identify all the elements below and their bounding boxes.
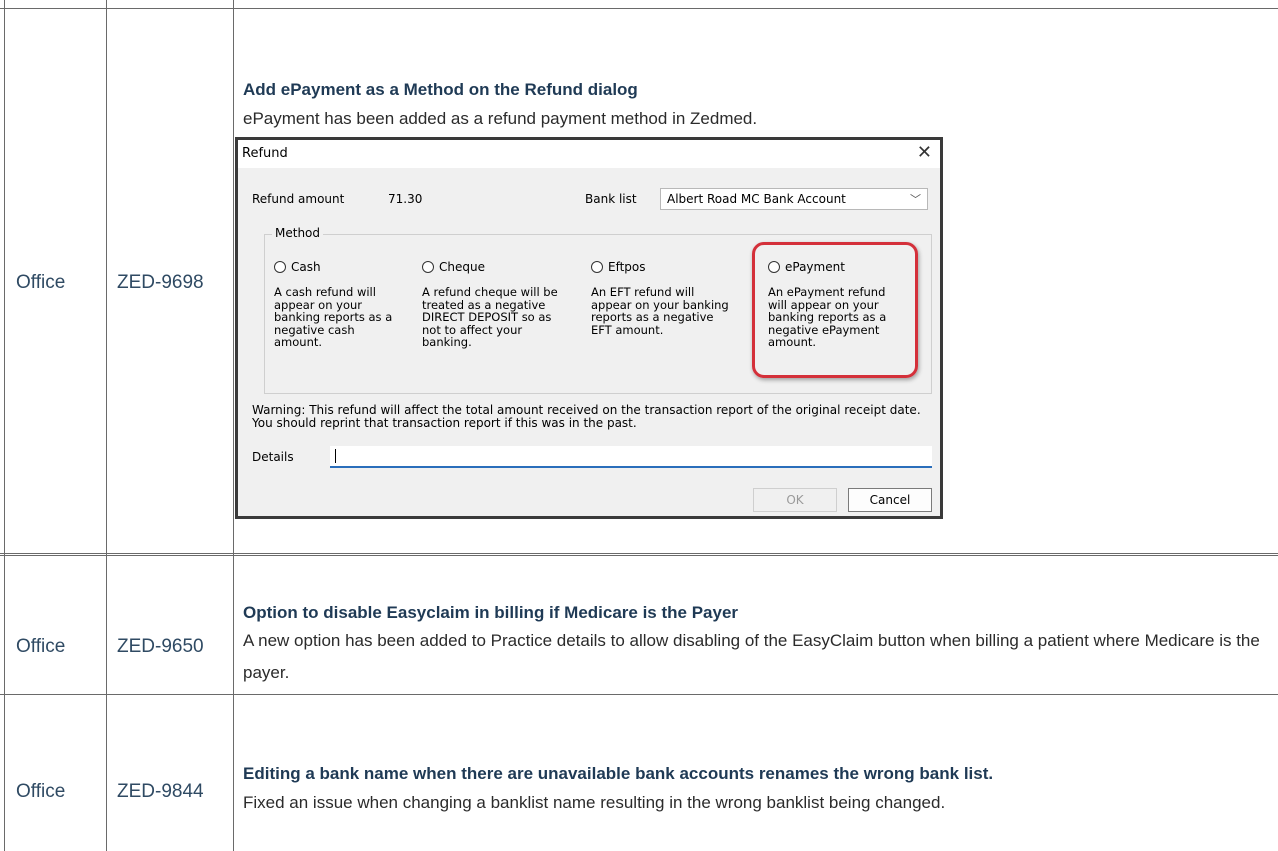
column-divider xyxy=(106,0,107,851)
row-ticket: ZED-9698 xyxy=(117,272,204,293)
cash-description: A cash refund will appear on your bankin… xyxy=(274,285,393,349)
eftpos-radio[interactable] xyxy=(591,261,603,273)
cheque-description: A refund cheque will be treated as a neg… xyxy=(422,285,558,349)
refund-amount-label: Refund amount xyxy=(252,192,345,206)
column-divider xyxy=(233,0,234,851)
row-title: Add ePayment as a Method on the Refund d… xyxy=(243,80,638,99)
table-top-border xyxy=(0,8,1278,9)
eftpos-description: An EFT refund will appear on your bankin… xyxy=(591,285,729,337)
row-category: Office xyxy=(16,272,66,293)
cheque-label: Cheque xyxy=(439,260,485,274)
dialog-title: Refund xyxy=(242,146,288,161)
row-description: ePayment has been added as a refund paym… xyxy=(243,109,758,128)
row-description: A new option has been added to Practice … xyxy=(243,631,1260,682)
method-legend: Method xyxy=(272,226,324,240)
refund-dialog-screenshot: Refund ✕ Refund amount 71.30 Bank list A… xyxy=(235,137,943,519)
epayment-highlight xyxy=(752,242,918,378)
row-description: Fixed an issue when changing a banklist … xyxy=(243,793,946,812)
row-ticket: ZED-9844 xyxy=(117,781,204,802)
cash-radio[interactable] xyxy=(274,261,286,273)
refund-warning: Warning: This refund will affect the tot… xyxy=(252,403,921,430)
text-caret xyxy=(335,449,336,463)
release-notes-table: Office ZED-9698 Add ePayment as a Method… xyxy=(0,0,1278,851)
row-divider xyxy=(0,553,1278,556)
bank-list-value: Albert Road MC Bank Account xyxy=(667,192,846,206)
dialog-titlebar: Refund ✕ xyxy=(238,140,940,168)
table-left-border xyxy=(4,0,5,851)
cash-label: Cash xyxy=(291,260,321,274)
cheque-radio[interactable] xyxy=(422,261,434,273)
chevron-down-icon: ﹀ xyxy=(910,193,921,206)
row-title: Option to disable Easyclaim in billing i… xyxy=(243,603,739,622)
row-divider xyxy=(0,694,1278,695)
details-input[interactable] xyxy=(330,446,932,468)
details-label: Details xyxy=(252,450,294,464)
refund-amount-value: 71.30 xyxy=(388,192,423,206)
row-title: Editing a bank name when there are unava… xyxy=(243,764,994,783)
bank-list-select[interactable]: Albert Road MC Bank Account ﹀ xyxy=(660,188,928,210)
ok-button[interactable]: OK xyxy=(753,488,837,512)
cancel-button[interactable]: Cancel xyxy=(848,488,932,512)
row-category: Office xyxy=(16,636,66,657)
close-icon[interactable]: ✕ xyxy=(917,142,932,163)
row-ticket: ZED-9650 xyxy=(117,636,204,657)
bank-list-label: Bank list xyxy=(585,192,637,206)
eftpos-label: Eftpos xyxy=(608,260,646,274)
row-category: Office xyxy=(16,781,66,802)
